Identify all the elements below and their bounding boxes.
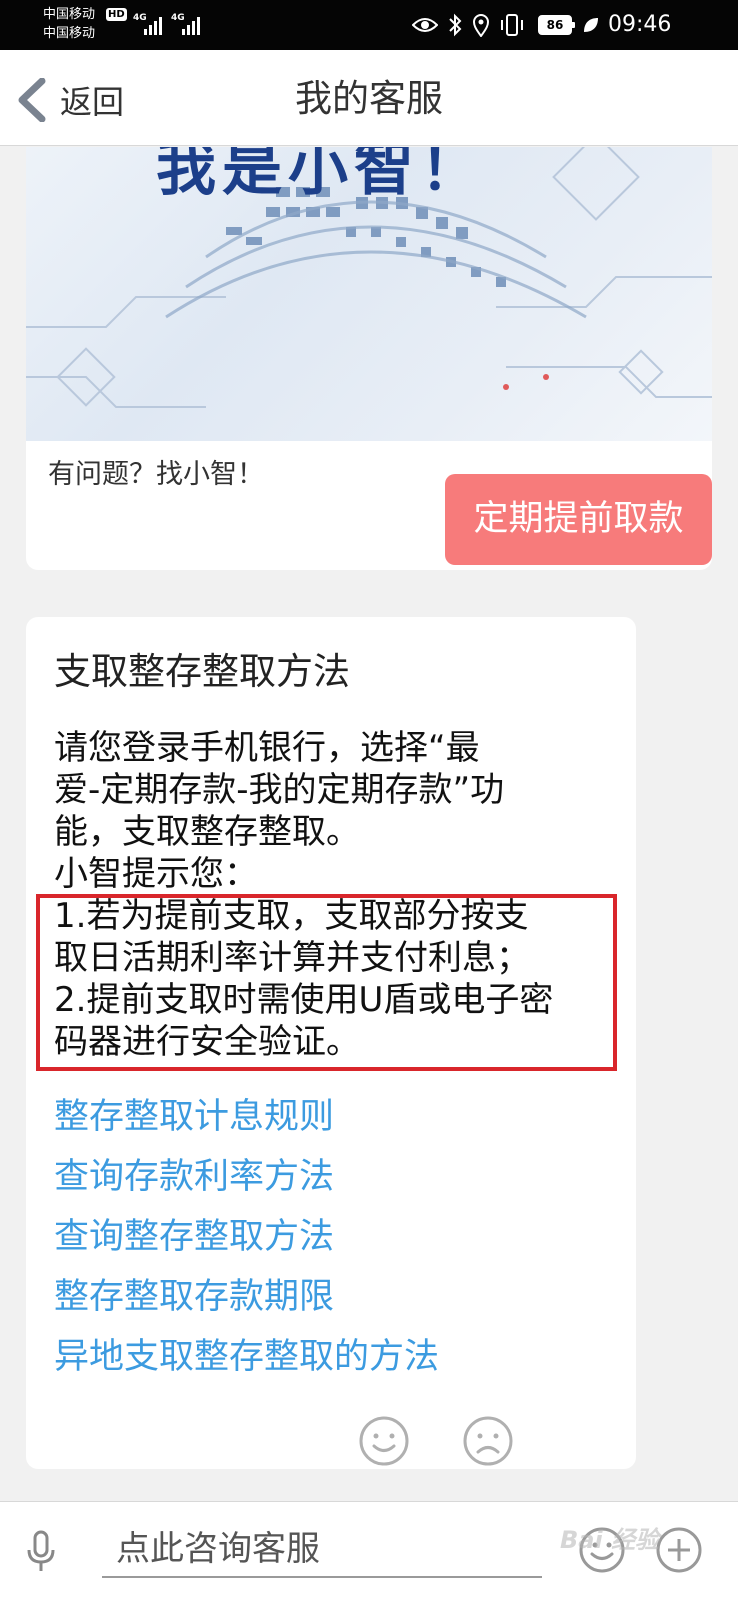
welcome-text: 有问题？找小智！ bbox=[48, 459, 264, 490]
related-link[interactable]: 查询存款利率方法 bbox=[54, 1147, 439, 1207]
network-type-1: 4G bbox=[133, 13, 147, 23]
smile-icon[interactable] bbox=[358, 1415, 410, 1467]
status-bar: 中国移动 中国移动 HD 4G 4G 86 09:46 bbox=[0, 0, 738, 50]
banner-title: 我是小智！ bbox=[156, 147, 486, 204]
related-link[interactable]: 整存整取存款期限 bbox=[54, 1267, 439, 1327]
answer-line: 请您登录手机银行，选择“最 bbox=[54, 728, 480, 768]
answer-title: 支取整存整取方法 bbox=[54, 650, 350, 693]
answer-card: 支取整存整取方法 请您登录手机银行，选择“最 爱-定期存款-我的定期存款”功 能… bbox=[26, 617, 636, 1469]
chat-area[interactable]: 我是小智！ 有问题？找小智！ 定期提前取款 支取整存整取方法 请您登录手机银行，… bbox=[0, 147, 738, 1501]
bluetooth-icon bbox=[449, 13, 462, 37]
related-links: 整存整取计息规则 查询存款利率方法 查询整存整取方法 整存整取存款期限 异地支取… bbox=[54, 1087, 439, 1387]
network-type-2: 4G bbox=[171, 13, 185, 23]
leaf-icon bbox=[584, 18, 598, 32]
status-icons: 86 09:46 bbox=[412, 10, 712, 40]
hd-badge: HD bbox=[106, 8, 127, 21]
battery-icon: 86 bbox=[538, 15, 575, 35]
location-icon bbox=[472, 14, 490, 37]
emoji-icon[interactable] bbox=[578, 1526, 626, 1574]
related-link[interactable]: 查询整存整取方法 bbox=[54, 1207, 439, 1267]
feedback-row bbox=[0, 1415, 738, 1475]
related-link[interactable]: 异地支取整存整取的方法 bbox=[54, 1327, 439, 1387]
answer-line: 爱-定期存款-我的定期存款”功 bbox=[54, 770, 505, 810]
eye-icon bbox=[412, 18, 438, 32]
vibrate-icon bbox=[501, 14, 523, 36]
nav-bar: 返回 我的客服 bbox=[0, 50, 738, 146]
input-bar: Bai 经验 bbox=[0, 1501, 738, 1600]
frown-icon[interactable] bbox=[462, 1415, 514, 1467]
answer-line: 能，支取整存整取。 bbox=[54, 812, 360, 852]
carrier-name-1: 中国移动 bbox=[43, 7, 96, 22]
carrier-info: 中国移动 中国移动 bbox=[43, 5, 95, 43]
page-title: 我的客服 bbox=[295, 77, 443, 120]
related-link[interactable]: 整存整取计息规则 bbox=[54, 1087, 439, 1147]
plus-icon[interactable] bbox=[655, 1526, 703, 1574]
welcome-banner: 我是小智！ bbox=[26, 147, 712, 441]
user-message-bubble: 定期提前取款 bbox=[445, 474, 712, 565]
chat-input[interactable] bbox=[102, 1522, 542, 1578]
highlight-box bbox=[36, 894, 617, 1071]
carrier-name-2: 中国移动 bbox=[43, 26, 96, 41]
microphone-icon[interactable] bbox=[26, 1530, 56, 1574]
answer-line: 小智提示您： bbox=[54, 854, 258, 894]
clock: 09:46 bbox=[608, 12, 672, 37]
